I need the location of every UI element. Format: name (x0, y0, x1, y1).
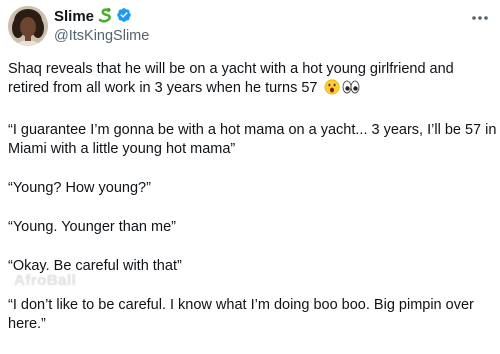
tweet-paragraph: Shaq reveals that he will be on a yacht … (8, 60, 498, 101)
tweet-paragraph: “I guarantee I’m gonna be with a hot mam… (8, 122, 497, 157)
tweet-paragraph: “Young. Younger than me” (8, 219, 176, 235)
more-options-button[interactable] (470, 10, 490, 24)
display-name[interactable]: Slime (54, 7, 94, 27)
open-mouth-face-emoji-icon (324, 79, 340, 101)
author-handle[interactable]: @ItsKingSlime (54, 27, 149, 45)
snake-emoji-icon (97, 7, 113, 28)
tweet-text: Shaq reveals that he will be on a yacht … (8, 60, 498, 354)
tweet-paragraph-text: Shaq reveals that he will be on a yacht … (8, 61, 454, 96)
tweet-paragraph: “Young? How young?” (8, 180, 151, 196)
tweet-paragraph: “Okay. Be careful with that” (8, 258, 182, 274)
more-dots-icon (471, 8, 489, 26)
eyes-emoji-icon (342, 79, 360, 101)
verified-badge-icon (116, 7, 132, 28)
tweet-paragraph: “I don’t like to be careful. I know what… (8, 297, 474, 332)
avatar[interactable] (8, 6, 48, 46)
tweet-card: Slime @ItsKingSlime Shaq reveals that he… (0, 0, 500, 332)
author-name-row: Slime (54, 7, 132, 27)
